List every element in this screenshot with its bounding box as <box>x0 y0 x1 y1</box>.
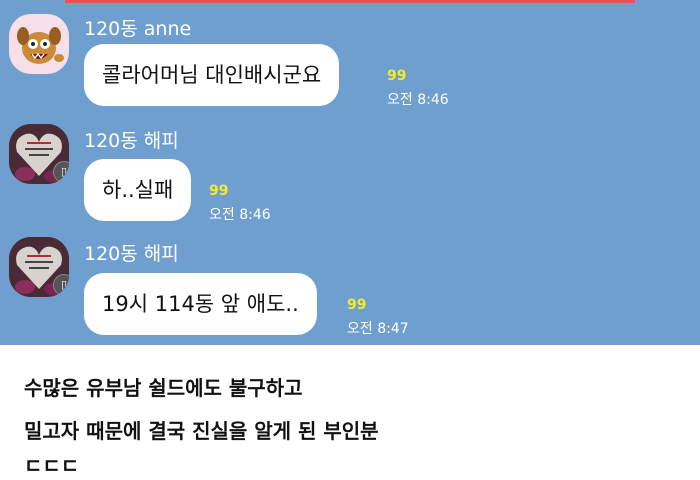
profile-avatar[interactable] <box>9 14 69 74</box>
message-time: 오전 8:46 <box>387 92 449 108</box>
profile-badge-icon: ▯ <box>53 161 69 183</box>
message-time: 오전 8:47 <box>347 321 409 337</box>
unread-count: 99 <box>209 183 229 199</box>
caption-line: ㄷㄷㄷ <box>24 454 80 478</box>
top-divider <box>65 0 635 3</box>
unread-count: 99 <box>347 297 367 313</box>
message-time: 오전 8:46 <box>209 207 271 223</box>
message-bubble[interactable]: 콜라어머님 대인배시군요 <box>84 44 340 106</box>
profile-badge-icon: ▯ <box>53 274 69 296</box>
cartoon-dog-icon <box>17 27 64 64</box>
sender-name: 120동 anne <box>84 18 192 40</box>
sender-name: 120동 해피 <box>84 130 179 152</box>
message-bubble[interactable]: 하..실패 <box>84 159 192 221</box>
chat-room: 120동 anne 콜라어머님 대인배시군요 99 오전 8:46 ▯ 120동… <box>0 0 700 345</box>
profile-avatar[interactable]: ▯ <box>9 237 69 297</box>
profile-avatar[interactable]: ▯ <box>9 124 69 184</box>
caption-line: 밀고자 때문에 결국 진실을 알게 된 부인분 <box>24 419 379 443</box>
unread-count: 99 <box>387 68 407 84</box>
message-bubble[interactable]: 19시 114동 앞 애도.. <box>84 273 317 335</box>
caption-line: 수많은 유부남 쉴드에도 불구하고 <box>24 376 303 400</box>
sender-name: 120동 해피 <box>84 243 179 265</box>
